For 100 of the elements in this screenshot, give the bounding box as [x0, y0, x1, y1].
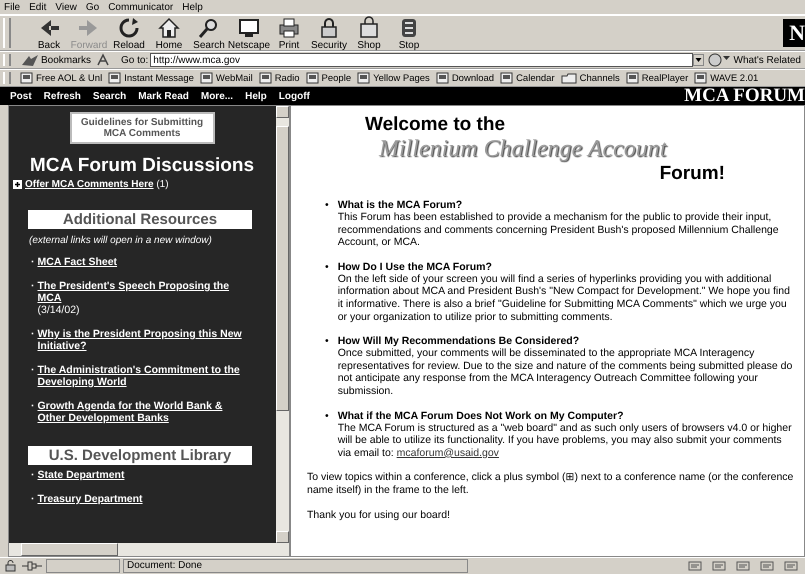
status-text: Document: Done	[123, 559, 468, 573]
bookmark-button[interactable]: Free AOL & Unl	[17, 72, 106, 84]
whats-related-button[interactable]: What's Related	[704, 53, 805, 67]
printer-icon	[277, 16, 301, 40]
bullet: •	[325, 410, 329, 424]
toolbar-button[interactable]: Netscape	[229, 16, 269, 50]
resource-link[interactable]: Why is the President Proposing this New Initiative?	[38, 328, 251, 352]
menu-item[interactable]: Help	[182, 2, 203, 12]
section-header: Additional Resources	[28, 210, 252, 229]
resource-link[interactable]: The President's Speech Proposing the MCA	[38, 280, 251, 304]
welcome-heading: Welcome to the	[365, 114, 506, 136]
note-text: (external links will open in a new window)	[29, 235, 213, 246]
instructions-text: To view topics within a conference, click a plus symbol (⊞) next to a conference name (or the conference name itself) in the frame to the left.	[307, 471, 794, 496]
resource-link[interactable]: Growth Agenda for the World Bank & Other Development Banks	[38, 400, 251, 424]
faq-question: What if the MCA Forum Does Not Work on My Computer?	[338, 410, 625, 422]
page-icon	[258, 72, 272, 84]
faq-answer: On the left side of your screen you will find a series of hyperlinks providing you with additional information about MCA and President Bush's "New Compact for Development." We hope you find it informative. There is also a brief "Guideline for Submitting MCA Comments" which we urge you or your organization to utilize prior to submitting comments.	[338, 272, 791, 324]
page-icon	[357, 72, 370, 84]
bookmark-button[interactable]: WAVE 2.01	[691, 72, 762, 84]
toolbar-button[interactable]: Back	[29, 16, 69, 50]
resource-link[interactable]: State Department	[38, 469, 124, 481]
resource-link[interactable]: MCA Fact Sheet	[38, 256, 118, 268]
bookmark-button[interactable]: RealPlayer	[622, 72, 692, 84]
faq-question: How Do I Use the MCA Forum?	[338, 260, 493, 273]
toolbar-button[interactable]: Print	[269, 16, 309, 50]
menu-item[interactable]: View	[55, 2, 77, 12]
security-lock-icon	[4, 560, 18, 572]
toolbar-button[interactable]: Search	[189, 16, 229, 50]
folder-icon	[560, 72, 577, 84]
toolbar-grip[interactable]	[3, 54, 11, 66]
forum-heading: Forum!	[658, 163, 725, 185]
plus-box-icon[interactable]	[13, 180, 22, 189]
faq-question: What is the MCA Forum?	[338, 199, 464, 211]
bullet: ·	[31, 400, 34, 414]
toolbar-button[interactable]: Reload	[109, 16, 149, 50]
url-field[interactable]: http://www.mca.gov	[150, 53, 692, 67]
horizontal-scrollbar[interactable]	[9, 543, 289, 556]
bookmark-button[interactable]: Calendar	[497, 72, 558, 84]
house-icon	[157, 16, 181, 40]
forum-nav-link[interactable]: More...	[200, 90, 234, 102]
resource-link[interactable]: The Administration's Commitment to the Developing World	[38, 364, 251, 388]
toolbar-button[interactable]: Stop	[389, 16, 429, 50]
bookmark-button[interactable]: WebMail	[196, 72, 256, 84]
forum-nav-link[interactable]: Mark Read	[138, 90, 189, 102]
bookmark-icon	[21, 53, 39, 67]
page-icon	[200, 72, 213, 84]
bullet: ·	[31, 328, 34, 342]
page-icon	[694, 72, 708, 84]
bookmark-button[interactable]: People	[302, 72, 354, 84]
forum-title: MCA FORUM	[684, 87, 805, 105]
thanks-text: Thank you for using our board!	[307, 508, 452, 522]
page-icon	[108, 72, 122, 84]
forum-nav-link[interactable]: Search	[92, 90, 126, 102]
page-icon	[500, 72, 514, 84]
discussions-heading: MCA Forum Discussions	[28, 155, 256, 177]
faq-question: How Will My Recommendations Be Considered?	[338, 335, 580, 348]
bullet: •	[325, 260, 329, 275]
page-icon	[626, 72, 639, 84]
bullet: ·	[31, 493, 34, 505]
bookmarks-button[interactable]: Bookmarks	[17, 53, 96, 67]
menu-item[interactable]: Communicator	[108, 2, 174, 12]
bookmark-button[interactable]: Channels	[558, 72, 623, 84]
conference-entry: Offer MCA Comments Here (1)	[25, 179, 169, 190]
forum-nav-link[interactable]: Help	[245, 90, 267, 102]
bookmark-button[interactable]: Download	[432, 72, 498, 84]
page-icon	[436, 72, 449, 84]
toolbar-grip[interactable]	[3, 72, 11, 84]
bullet: ·	[31, 256, 34, 268]
section-header: U.S. Development Library	[28, 446, 252, 465]
related-icon	[708, 53, 732, 67]
email-link[interactable]: mcaforum@usaid.gov	[396, 446, 499, 459]
conference-link[interactable]: Offer MCA Comments Here	[25, 179, 154, 190]
resource-link[interactable]: Treasury Department	[38, 493, 143, 505]
bullet: •	[325, 199, 329, 213]
toolbar-grip[interactable]	[3, 18, 11, 48]
forum-nav-link[interactable]: Logoff	[278, 90, 310, 102]
menu-item[interactable]: Go	[86, 2, 100, 12]
bookmark-button[interactable]: Radio	[256, 72, 303, 84]
vertical-scrollbar[interactable]	[276, 106, 289, 543]
program-title: Millenium Challenge Account	[379, 136, 668, 163]
menu-item[interactable]: File	[4, 2, 20, 12]
page-icon	[306, 72, 319, 84]
date-text: (3/14/02)	[38, 304, 80, 316]
guidelines-button[interactable]: Guidelines for Submitting MCA Comments	[70, 112, 214, 144]
toolbar-button[interactable]: Security	[309, 16, 349, 50]
toolbar-button[interactable]: Shop	[349, 16, 389, 50]
logo: N	[783, 19, 805, 47]
forum-nav-link[interactable]: Post	[10, 90, 32, 102]
toolbar-button[interactable]: Home	[149, 16, 189, 50]
bullet: ·	[31, 469, 34, 481]
go-to-label: Go to:	[121, 54, 148, 66]
menu-item[interactable]: Edit	[29, 2, 46, 12]
bookmark-button[interactable]: Instant Message	[105, 72, 197, 84]
page-icon	[20, 72, 33, 84]
bookmark-button[interactable]: Yellow Pages	[354, 72, 433, 84]
forum-nav-link[interactable]: Refresh	[44, 90, 81, 102]
bullet: ·	[31, 364, 34, 378]
faq-answer: The MCA Forum is structured as a "web board" and as such only users of browsers v4.0 or higher will be able to utilize its functionality. If you have problems, you may also submit your comments via email to: mcaforum@usaid.gov	[338, 422, 793, 460]
bullet: ·	[31, 280, 34, 294]
faq-answer: Once submitted, your comments will be disseminated to the appropriate MCA Interagency representatives for review. Due to the size and nature of the comments being submitted please do not anticipate any response from the MCA Interagency Outreach Committee following your submission.	[338, 347, 794, 398]
